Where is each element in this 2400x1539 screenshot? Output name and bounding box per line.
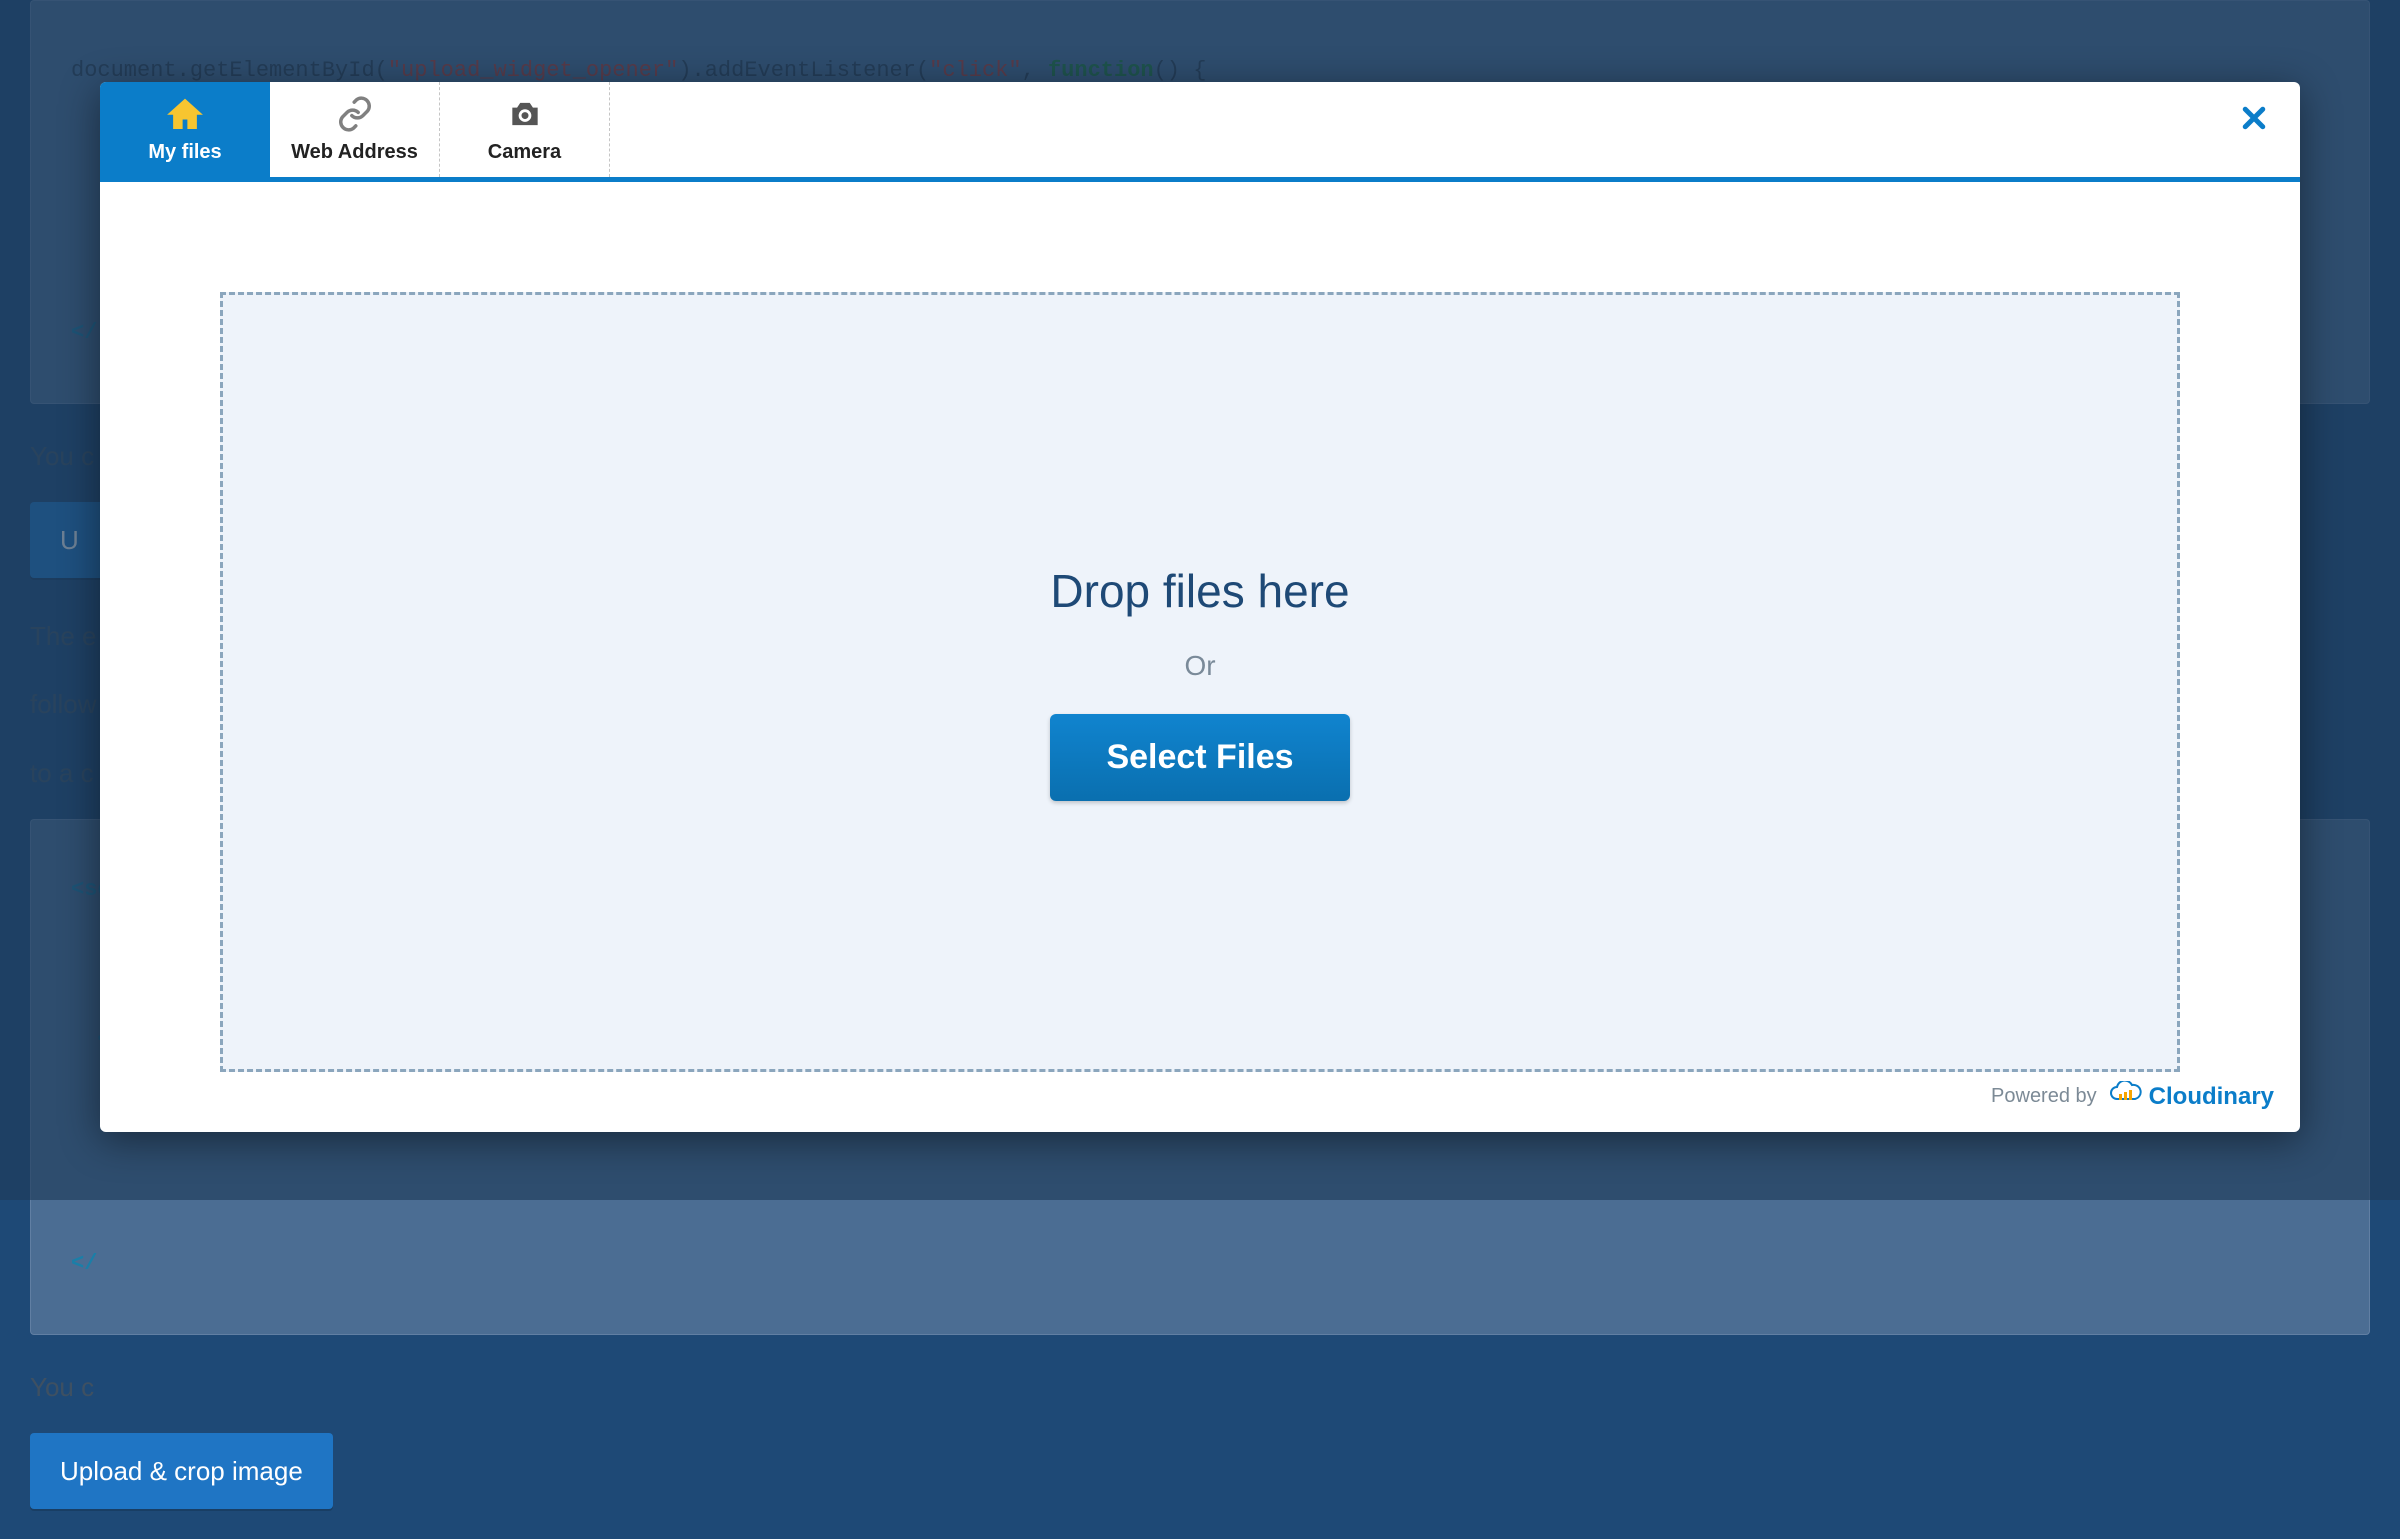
cloudinary-logo[interactable]: Cloudinary (2109, 1081, 2274, 1112)
dropzone[interactable]: Drop files here Or Select Files (220, 292, 2180, 1072)
home-icon (166, 95, 204, 133)
tab-label: Web Address (291, 141, 418, 164)
source-tabs: My files Web Address Camera (100, 82, 2300, 182)
brand-name: Cloudinary (2149, 1083, 2274, 1111)
powered-by-label: Powered by (1991, 1085, 2097, 1108)
widget-footer: Powered by Cloudinary (1991, 1081, 2274, 1112)
tab-my-files[interactable]: My files (100, 82, 270, 177)
close-button[interactable] (2234, 100, 2274, 140)
tab-label: Camera (488, 141, 561, 164)
link-icon (336, 95, 374, 133)
dropzone-title: Drop files here (1050, 564, 1349, 618)
tab-camera[interactable]: Camera (440, 82, 610, 177)
or-label: Or (1184, 650, 1215, 682)
tab-web-address[interactable]: Web Address (270, 82, 440, 177)
cloud-icon (2109, 1081, 2143, 1112)
upload-body: Drop files here Or Select Files (100, 182, 2300, 1132)
select-files-button[interactable]: Select Files (1050, 714, 1349, 801)
bg-text-5: You c (30, 1365, 2370, 1409)
bg-upload-crop-button[interactable]: Upload & crop image (30, 1433, 333, 1509)
camera-icon (506, 95, 544, 133)
tab-label: My files (148, 141, 221, 164)
close-icon (2239, 103, 2269, 138)
upload-widget-dialog: My files Web Address Camera (100, 82, 2300, 1132)
